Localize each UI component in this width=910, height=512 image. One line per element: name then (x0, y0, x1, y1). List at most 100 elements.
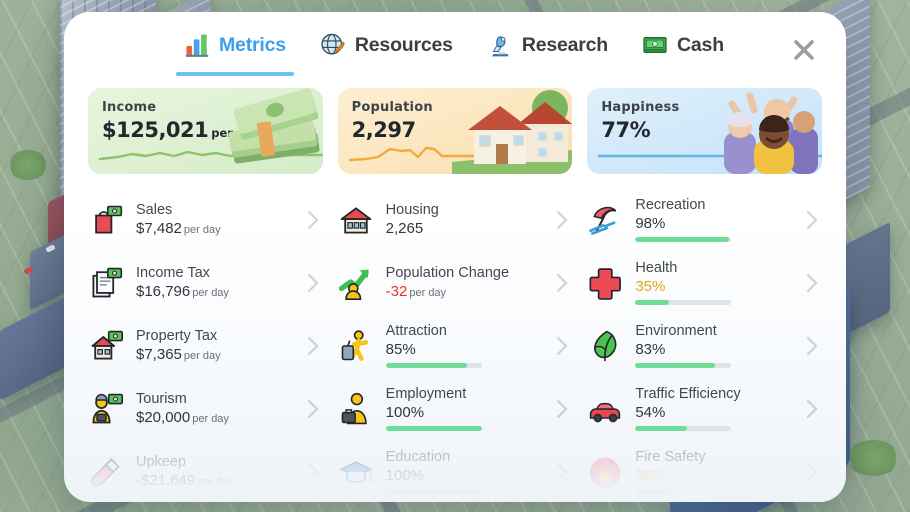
metric-label: Property Tax (136, 327, 218, 344)
traveler-icon (341, 329, 368, 361)
metric-progress-bar (635, 489, 732, 495)
metric-value: $7,482 per day (136, 220, 221, 238)
metric-progress-bar (635, 300, 732, 306)
chevron-right-icon (804, 398, 820, 420)
summary-card-happiness[interactable]: Happiness 77% (587, 88, 823, 174)
house-icon (452, 90, 573, 174)
tab-metrics[interactable]: Metrics (176, 22, 294, 76)
office-worker-icon (341, 392, 367, 424)
metric-value: $16,796 per day (136, 283, 229, 301)
graduation-cap-icon (339, 460, 373, 483)
chevron-right-icon (804, 335, 820, 357)
metric-progress-bar (385, 363, 482, 369)
tab-metrics-label: Metrics (219, 33, 286, 56)
metric-value: -$21,649 per day (136, 472, 234, 490)
chevron-right-icon (554, 272, 570, 294)
metric-row-attraction[interactable]: Attraction 85% (338, 314, 573, 377)
chevron-right-icon (804, 272, 820, 294)
metric-value: 100% (385, 404, 425, 422)
metric-label: Sales (136, 201, 173, 218)
metric-row-traffic-efficiency[interactable]: Traffic Efficiency 54% (587, 377, 822, 440)
game-screen: Metrics Resources Research Cash Income $… (0, 0, 910, 512)
chevron-right-icon (305, 272, 321, 294)
chevron-right-icon (305, 461, 321, 483)
metric-row-upkeep[interactable]: Upkeep -$21,649 per day (88, 440, 323, 502)
metric-value: 54% (635, 404, 666, 422)
close-button[interactable] (786, 32, 822, 68)
medical-cross-icon (589, 267, 622, 300)
metric-value: 100% (385, 467, 425, 485)
growth-arrow-icon (338, 269, 369, 300)
tab-resources[interactable]: Resources (320, 22, 453, 68)
metric-label: Income Tax (136, 264, 210, 281)
summary-card-population[interactable]: Population 2,297 (337, 88, 573, 174)
summary-card-income[interactable]: Income $125,021per day (88, 88, 323, 174)
metric-row-employment[interactable]: Employment 100% (338, 377, 573, 440)
metric-row-income-tax[interactable]: Income Tax $16,796 per day (88, 251, 323, 314)
metrics-column-population: Housing 2,265 Population Change -32 per … (338, 188, 573, 502)
metric-value: 98% (635, 215, 666, 233)
tab-research-label: Research (521, 33, 609, 56)
metric-label: Traffic Efficiency (635, 385, 741, 402)
tab-bar: Metrics Resources Research Cash (64, 12, 846, 78)
metric-label: Upkeep (136, 453, 186, 470)
metric-value: 83% (635, 341, 666, 359)
money-stack-icon (228, 88, 320, 164)
chevron-right-icon (554, 335, 570, 357)
chevron-right-icon (804, 461, 820, 483)
house-money-icon (91, 330, 124, 359)
beach-umbrella-icon (589, 206, 617, 235)
tab-cash-label: Cash (677, 33, 724, 56)
summary-card-happiness-title: Happiness (601, 100, 680, 115)
banknote-icon (643, 37, 667, 53)
metric-row-recreation[interactable]: Recreation 98% (587, 188, 822, 251)
metric-value: 35% (635, 278, 666, 296)
metrics-column-finance: Sales $7,482 per day Income Tax $16,796 … (88, 188, 323, 502)
metric-row-sales[interactable]: Sales $7,482 per day (88, 188, 323, 251)
metric-label: Recreation (635, 196, 706, 213)
microscope-icon (491, 36, 508, 57)
metrics-columns: Sales $7,482 per day Income Tax $16,796 … (64, 174, 846, 502)
metric-label: Fire Safety (635, 448, 706, 465)
metric-row-fire-safety[interactable]: Fire Safety 35% (587, 440, 822, 502)
metric-label: Tourism (136, 390, 187, 407)
leaf-icon (594, 330, 617, 361)
metric-row-health[interactable]: Health 35% (587, 251, 822, 314)
metric-label: Population Change (385, 264, 510, 281)
globe-icon (321, 33, 345, 55)
metric-progress-bar (635, 363, 732, 369)
metric-row-property-tax[interactable]: Property Tax $7,365 per day (88, 314, 323, 377)
metric-progress-bar (635, 426, 732, 432)
chevron-right-icon (554, 398, 570, 420)
metric-label: Employment (385, 385, 467, 402)
happy-people-icon (724, 92, 819, 174)
summary-card-happiness-value: 77% (601, 118, 651, 142)
metric-row-environment[interactable]: Environment 83% (587, 314, 822, 377)
city-stats-panel: Metrics Resources Research Cash Income $… (64, 12, 846, 502)
chevron-right-icon (554, 209, 570, 231)
metric-value: 85% (385, 341, 416, 359)
shopping-bag-money-icon (95, 205, 123, 233)
tab-research[interactable]: Research (487, 22, 608, 68)
metric-row-population-change[interactable]: Population Change -32 per day (338, 251, 573, 314)
screwdriver-icon (91, 457, 120, 487)
close-icon (794, 40, 814, 60)
metric-progress-bar (385, 489, 482, 495)
summary-card-population-value: 2,297 (351, 118, 416, 142)
house-red-icon (340, 206, 371, 233)
metric-progress-bar (385, 426, 482, 432)
summary-card-income-title: Income (102, 100, 157, 115)
metric-row-housing[interactable]: Housing 2,265 (338, 188, 573, 251)
metric-progress-bar (635, 237, 732, 243)
chevron-right-icon (804, 209, 820, 231)
tab-cash[interactable]: Cash (642, 22, 724, 68)
bar-chart-icon (185, 34, 209, 57)
flame-icon (590, 457, 621, 488)
car-icon (590, 402, 621, 422)
metric-value: 2,265 (385, 220, 424, 238)
metric-label: Environment (635, 322, 717, 339)
metric-row-education[interactable]: Education 100% (338, 440, 573, 502)
metric-value: -32 per day (385, 283, 447, 301)
metric-row-tourism[interactable]: Tourism $20,000 per day (88, 377, 323, 440)
summary-card-population-title: Population (351, 100, 433, 115)
